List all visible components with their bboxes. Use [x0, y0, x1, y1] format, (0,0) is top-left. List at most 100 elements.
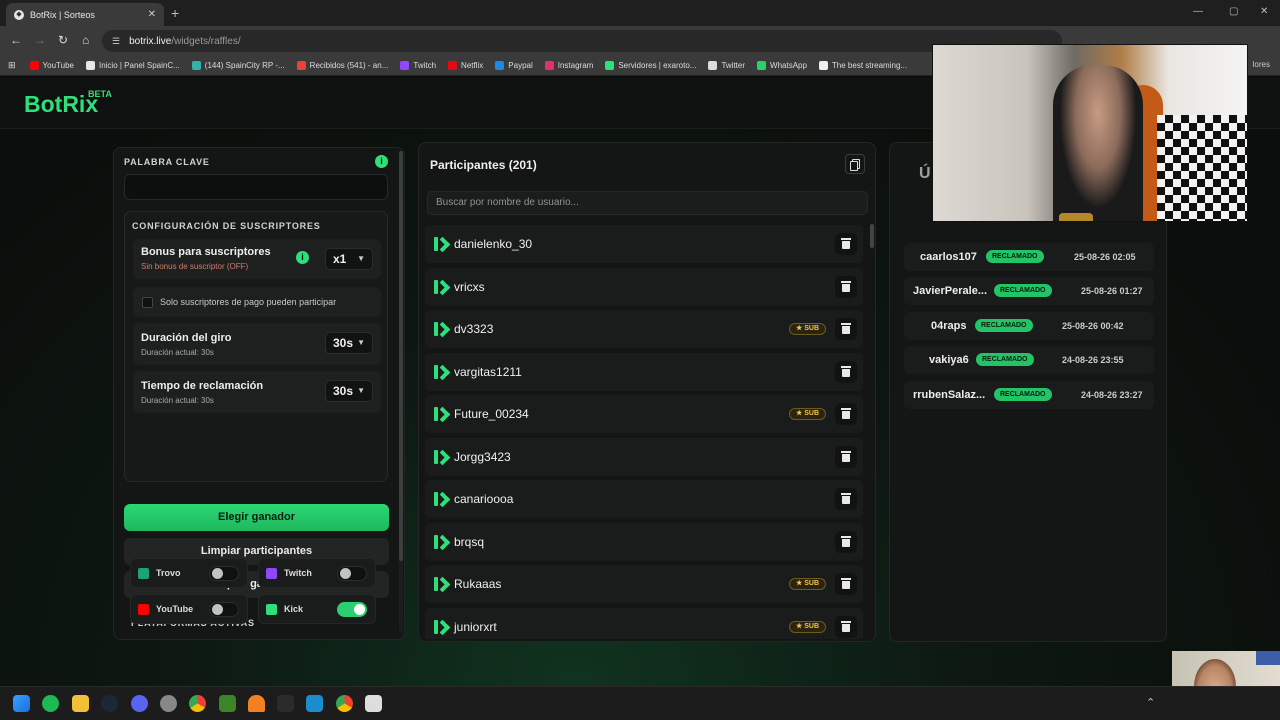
apps-grid-icon[interactable]: ⊞ — [8, 60, 16, 71]
bonus-multiplier-select[interactable]: x1 ▼ — [325, 248, 373, 270]
twitch-icon — [266, 567, 277, 579]
back-icon[interactable]: ← — [10, 33, 22, 47]
participant-row: Future_00234 ★ SUB — [425, 395, 863, 433]
home-icon[interactable]: ⌂ — [82, 33, 89, 47]
bookmark-label: YouTube — [42, 61, 74, 70]
participant-row: dv3323 ★ SUB — [425, 310, 863, 348]
file-explorer-icon[interactable] — [72, 695, 89, 712]
participant-row: vricxs — [425, 267, 863, 306]
minimize-icon[interactable]: — — [1193, 6, 1203, 17]
claimed-badge: RECLAMADO — [994, 284, 1052, 298]
winner-name: vakiya6 — [929, 354, 969, 367]
bookmark-item[interactable]: YouTube — [29, 61, 74, 70]
url-host: botrix.live — [129, 35, 172, 47]
platform-toggle[interactable] — [337, 566, 367, 581]
participant-row: canariooоa — [425, 480, 863, 518]
platform-toggle[interactable] — [209, 566, 239, 581]
other-bookmarks[interactable]: lores — [1253, 60, 1270, 69]
trash-icon[interactable] — [835, 403, 857, 425]
bookmark-favicon-icon — [296, 61, 306, 70]
keyword-label: PALABRA CLAVE — [124, 157, 210, 167]
trash-icon[interactable] — [835, 445, 857, 468]
bookmark-item[interactable]: Recibidos (541) - an... — [296, 61, 388, 70]
bookmark-item[interactable]: Twitch — [400, 61, 436, 70]
toggle-knob — [212, 568, 223, 579]
window-close-icon[interactable]: ✕ — [1260, 6, 1268, 17]
forward-icon[interactable]: → — [34, 33, 46, 47]
bookmark-item[interactable]: Servidores | exaroto... — [605, 61, 696, 70]
claim-time-select[interactable]: 30s ▼ — [325, 380, 373, 402]
settings-scrollbar[interactable] — [399, 151, 403, 633]
sub-badge: ★ SUB — [789, 620, 826, 633]
windows-start-icon[interactable] — [13, 695, 30, 712]
participant-name: vargitas1211 — [454, 364, 522, 379]
bookmark-item[interactable]: Twitter — [708, 61, 745, 70]
trash-icon[interactable] — [835, 360, 857, 383]
bookmark-item[interactable]: Instagram — [544, 61, 593, 70]
claimed-badge: RECLAMADO — [994, 387, 1052, 401]
windows-taskbar: ⌃ — [0, 686, 1280, 720]
platform-trovo: Trovo — [130, 558, 248, 588]
participant-row: brqsq — [425, 522, 863, 561]
minecraft-icon[interactable] — [219, 695, 236, 712]
cloud-icon[interactable] — [248, 695, 265, 712]
bonus-info-icon[interactable]: i — [296, 251, 309, 264]
copy-icon[interactable] — [845, 154, 865, 174]
paid-subs-only-row[interactable]: Solo suscriptores de pago pueden partici… — [133, 287, 381, 317]
chevron-down-icon: ▼ — [357, 338, 365, 347]
claimed-badge: RECLAMADO — [976, 353, 1034, 367]
spin-duration-select[interactable]: 30s ▼ — [325, 332, 373, 354]
tray-chevron-up-icon[interactable]: ⌃ — [1146, 696, 1155, 709]
participant-search-input[interactable]: Buscar por nombre de usuario... — [427, 191, 868, 215]
trash-icon[interactable] — [835, 615, 857, 638]
bookmark-item[interactable]: The best streaming... — [818, 61, 907, 70]
pick-winner-button[interactable]: Elegir ganador — [124, 504, 389, 531]
new-tab-button[interactable]: + — [171, 5, 179, 21]
bookmark-favicon-icon — [495, 61, 505, 70]
paid-subs-only-checkbox[interactable] — [142, 297, 153, 308]
bookmark-item[interactable]: Inicio | Panel SpainC... — [85, 61, 180, 70]
bookmark-label: Netflix — [461, 61, 484, 70]
platform-label: Twitch — [284, 568, 312, 578]
youtube-icon — [138, 603, 149, 615]
steam-icon[interactable] — [101, 695, 118, 712]
spin-duration-row: Duración del giro Duración actual: 30s 3… — [133, 323, 381, 365]
spotify-icon[interactable] — [42, 695, 59, 712]
app-icon[interactable] — [365, 695, 382, 712]
browser-tab[interactable]: ◆ BotRix | Sorteos ✕ — [6, 3, 164, 26]
bookmark-item[interactable]: Paypal — [495, 61, 533, 70]
toggle-knob — [354, 604, 365, 615]
tab-close-icon[interactable]: ✕ — [148, 9, 156, 20]
bookmark-item[interactable]: Netflix — [448, 61, 483, 70]
trash-icon[interactable] — [835, 275, 857, 298]
site-info-icon[interactable]: ☰ — [112, 36, 120, 47]
platform-toggle[interactable] — [337, 602, 367, 617]
keyword-input[interactable] — [124, 174, 388, 200]
trash-icon[interactable] — [835, 233, 857, 255]
trash-icon[interactable] — [835, 573, 857, 595]
spin-duration-title: Duración del giro — [141, 332, 232, 344]
sub-badge: ★ SUB — [789, 323, 826, 335]
trash-icon[interactable] — [835, 530, 857, 553]
maximize-icon[interactable]: ▢ — [1229, 6, 1238, 17]
bookmark-item[interactable]: WhatsApp — [757, 61, 807, 70]
discord-icon[interactable] — [131, 695, 148, 712]
botrix-logo[interactable]: BotRix — [24, 91, 98, 118]
chrome-icon[interactable] — [189, 695, 206, 712]
winner-date: 25-08-26 00:42 — [1062, 320, 1124, 331]
bookmark-item[interactable]: (144) SpainCity RP -... — [191, 61, 285, 70]
trash-icon[interactable] — [835, 488, 857, 510]
app-icon[interactable] — [306, 695, 323, 712]
trash-icon[interactable] — [835, 318, 857, 340]
app-icon[interactable] — [277, 695, 294, 712]
platform-youtube: YouTube — [130, 594, 248, 624]
participant-row: Rukaaas ★ SUB — [425, 565, 863, 603]
reload-icon[interactable]: ↻ — [58, 33, 68, 47]
platform-toggle[interactable] — [209, 602, 239, 617]
bonus-multiplier-value: x1 — [333, 252, 347, 266]
app-icon[interactable] — [160, 695, 177, 712]
chrome-icon[interactable] — [336, 695, 353, 712]
participants-scrollbar[interactable] — [870, 224, 874, 638]
keyword-info-icon[interactable]: i — [375, 155, 388, 168]
url-bar[interactable]: ☰ botrix.live/widgets/raffles/ — [102, 30, 1062, 52]
